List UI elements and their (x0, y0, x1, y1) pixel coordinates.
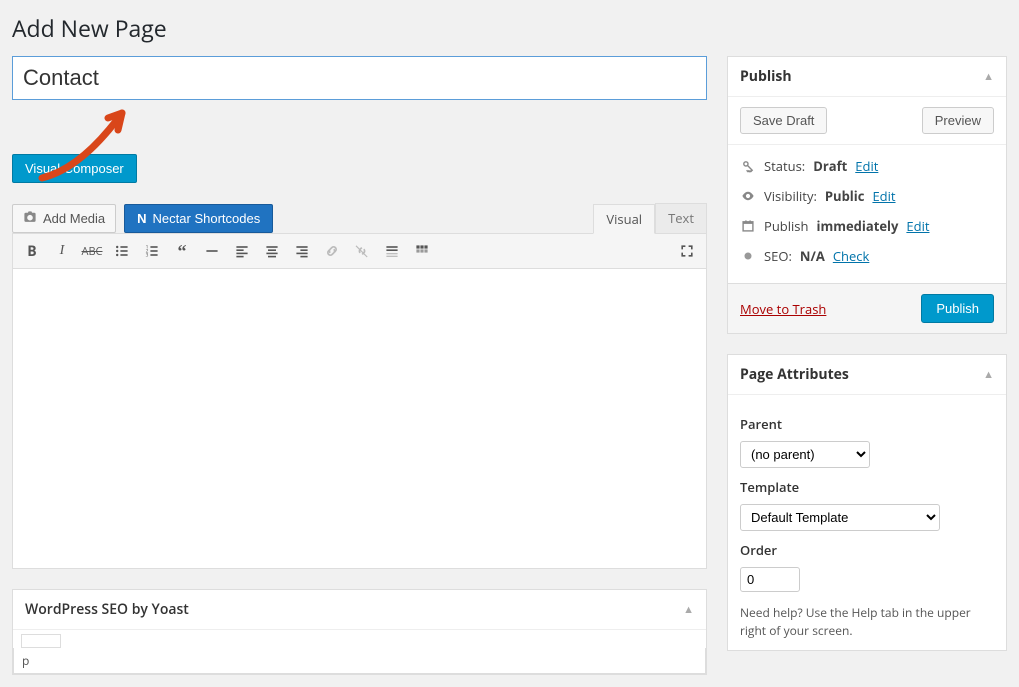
collapse-icon[interactable]: ▲ (983, 367, 994, 382)
fullscreen-icon[interactable] (674, 238, 700, 264)
preview-button[interactable]: Preview (922, 107, 994, 134)
parent-select[interactable]: (no parent) (740, 441, 870, 468)
seo-heading: WordPress SEO by Yoast (25, 600, 189, 619)
element-path: p (13, 648, 706, 674)
status-value: Draft (813, 157, 847, 175)
blockquote-icon[interactable]: “ (169, 238, 195, 264)
status-label: Status: (764, 157, 805, 175)
bullet-list-icon[interactable] (109, 238, 135, 264)
key-icon (740, 159, 756, 173)
tab-visual[interactable]: Visual (593, 204, 655, 234)
add-media-button[interactable]: Add Media (12, 204, 116, 233)
unlink-icon[interactable] (349, 238, 375, 264)
publish-button[interactable]: Publish (921, 294, 994, 323)
align-center-icon[interactable] (259, 238, 285, 264)
bold-icon[interactable]: B (19, 238, 45, 264)
help-text: Need help? Use the Help tab in the upper… (740, 604, 994, 640)
calendar-icon (740, 219, 756, 233)
link-icon[interactable] (319, 238, 345, 264)
seo-metabox: WordPress SEO by Yoast ▲ p (12, 589, 707, 675)
publish-heading: Publish (740, 67, 792, 86)
svg-text:3: 3 (146, 253, 149, 259)
eye-icon (740, 189, 756, 203)
tab-text[interactable]: Text (655, 203, 707, 233)
align-right-icon[interactable] (289, 238, 315, 264)
page-title-input[interactable] (12, 56, 707, 100)
seo-value: N/A (800, 247, 825, 265)
publish-box: Publish ▲ Save Draft Preview Status: Dra… (727, 56, 1007, 334)
nectar-shortcodes-button[interactable]: N Nectar Shortcodes (124, 204, 273, 233)
parent-label: Parent (740, 415, 994, 433)
save-draft-button[interactable]: Save Draft (740, 107, 827, 134)
content-editor[interactable] (12, 269, 707, 569)
order-input[interactable] (740, 567, 800, 592)
edit-visibility-link[interactable]: Edit (872, 187, 895, 205)
seo-label: SEO: (764, 247, 792, 265)
visibility-label: Visibility: (764, 187, 817, 205)
nectar-label: Nectar Shortcodes (153, 211, 261, 226)
hr-icon[interactable] (199, 238, 225, 264)
template-label: Template (740, 478, 994, 496)
nectar-icon: N (137, 211, 146, 226)
template-select[interactable]: Default Template (740, 504, 940, 531)
publish-date-value: immediately (816, 217, 898, 235)
page-attributes-box: Page Attributes ▲ Parent (no parent) Tem… (727, 354, 1007, 651)
page-title: Add New Page (12, 12, 1007, 44)
collapse-icon[interactable]: ▲ (983, 69, 994, 84)
add-media-label: Add Media (43, 211, 105, 226)
collapse-icon[interactable]: ▲ (683, 602, 694, 617)
editor-toolbar: B I ABC 123 “ (12, 233, 707, 269)
edit-status-link[interactable]: Edit (855, 157, 878, 175)
seo-check-link[interactable]: Check (833, 247, 870, 265)
numbered-list-icon[interactable]: 123 (139, 238, 165, 264)
move-to-trash-link[interactable]: Move to Trash (740, 300, 826, 318)
attributes-heading: Page Attributes (740, 365, 849, 384)
annotation-arrow (12, 104, 707, 154)
more-icon[interactable] (379, 238, 405, 264)
italic-icon[interactable]: I (49, 238, 75, 264)
align-left-icon[interactable] (229, 238, 255, 264)
visibility-value: Public (825, 187, 865, 205)
publish-date-label: Publish (764, 217, 808, 235)
camera-icon (23, 210, 37, 227)
toolbar-toggle-icon[interactable] (409, 238, 435, 264)
strikethrough-icon[interactable]: ABC (79, 238, 105, 264)
edit-date-link[interactable]: Edit (906, 217, 929, 235)
seo-tab-stub (21, 634, 61, 648)
circle-icon (740, 249, 756, 263)
order-label: Order (740, 541, 994, 559)
